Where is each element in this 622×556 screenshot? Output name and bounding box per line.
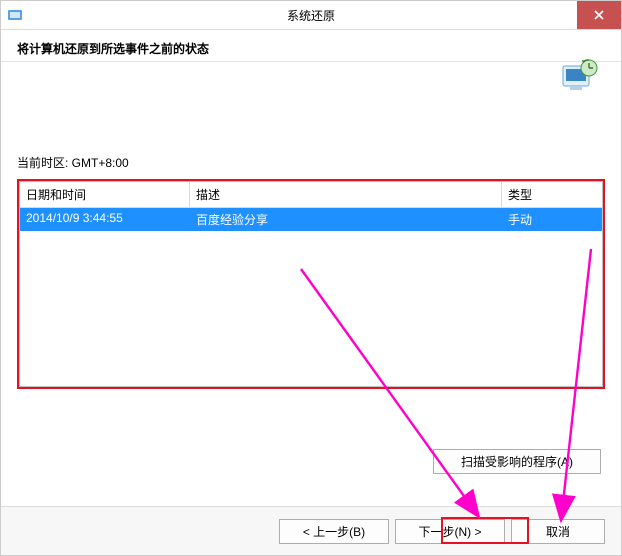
grid-body[interactable]: 2014/10/9 3:44:55 百度经验分享 手动 bbox=[19, 208, 603, 387]
system-restore-window: 系统还原 将计算机还原到所选事件之前的状态 当前时区: GMT+8:00 bbox=[0, 0, 622, 556]
back-button[interactable]: < 上一步(B) bbox=[279, 519, 389, 544]
app-icon bbox=[7, 7, 23, 23]
restore-point-grid-highlight: 日期和时间 描述 类型 2014/10/9 3:44:55 百度经验分享 手动 bbox=[17, 179, 605, 389]
cancel-button[interactable]: 取消 bbox=[511, 519, 605, 544]
column-header-type[interactable]: 类型 bbox=[502, 182, 602, 208]
window-title: 系统还原 bbox=[1, 7, 621, 24]
column-header-date[interactable]: 日期和时间 bbox=[20, 182, 190, 208]
cancel-button-label: 取消 bbox=[546, 523, 570, 540]
close-icon bbox=[594, 8, 604, 22]
footer: < 上一步(B) 下一步(N) > 取消 bbox=[1, 506, 621, 555]
close-button[interactable] bbox=[577, 1, 621, 29]
cell-date: 2014/10/9 3:44:55 bbox=[20, 208, 190, 231]
titlebar: 系统还原 bbox=[1, 1, 621, 30]
next-button[interactable]: 下一步(N) > bbox=[395, 519, 505, 544]
header: 将计算机还原到所选事件之前的状态 bbox=[1, 30, 621, 62]
grid-header: 日期和时间 描述 类型 bbox=[19, 181, 603, 208]
restore-illustration-icon bbox=[557, 58, 601, 101]
body: 当前时区: GMT+8:00 日期和时间 描述 类型 2014/10/9 3:4… bbox=[1, 154, 621, 389]
column-header-desc[interactable]: 描述 bbox=[190, 182, 502, 208]
table-row[interactable]: 2014/10/9 3:44:55 百度经验分享 手动 bbox=[20, 208, 602, 231]
back-button-label: < 上一步(B) bbox=[303, 523, 365, 540]
scan-affected-programs-button[interactable]: 扫描受影响的程序(A) bbox=[433, 449, 601, 474]
cell-type: 手动 bbox=[502, 208, 602, 231]
cell-desc: 百度经验分享 bbox=[190, 208, 502, 231]
page-subtitle: 将计算机还原到所选事件之前的状态 bbox=[17, 40, 605, 57]
next-button-label: 下一步(N) > bbox=[418, 523, 481, 540]
scan-button-label: 扫描受影响的程序(A) bbox=[461, 453, 573, 470]
timezone-label: 当前时区: GMT+8:00 bbox=[17, 154, 605, 171]
